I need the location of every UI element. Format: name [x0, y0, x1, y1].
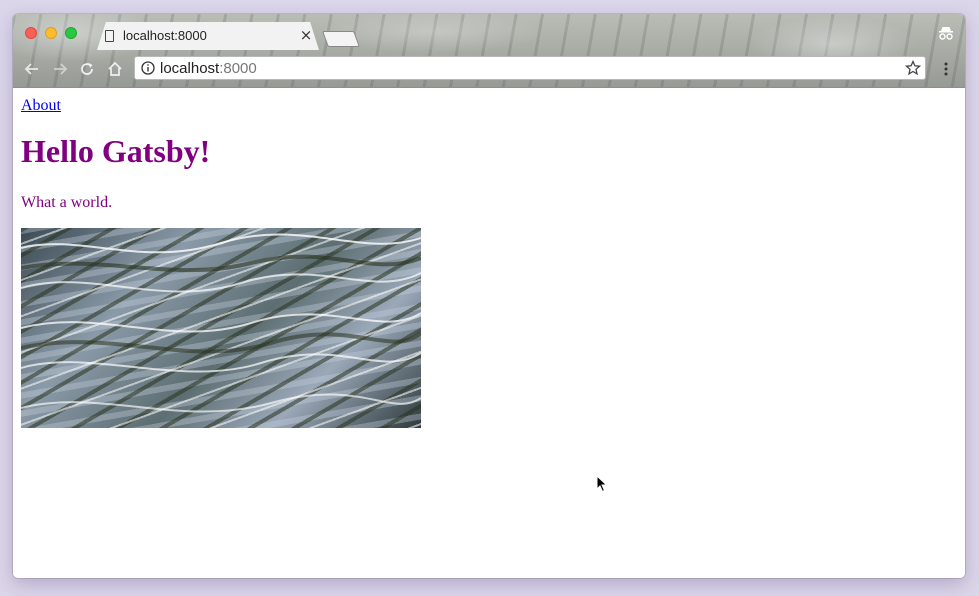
- page-title: Hello Gatsby!: [21, 133, 211, 169]
- arrow-right-icon: [54, 63, 68, 75]
- browser-window: localhost:8000 × localhost:8000 About He…: [13, 14, 965, 578]
- page-content: About Hello Gatsby! What a world.: [13, 88, 965, 578]
- tab-title: localhost:8000: [123, 28, 207, 43]
- forward-button[interactable]: [49, 58, 71, 80]
- maximize-window-button[interactable]: [65, 27, 77, 39]
- reload-button[interactable]: [76, 58, 98, 80]
- tab-close-button[interactable]: ×: [299, 27, 313, 43]
- water-texture: [21, 233, 421, 413]
- page-icon: [105, 30, 114, 42]
- tagline-text: What a world.: [21, 194, 113, 211]
- home-button[interactable]: [104, 58, 126, 80]
- water-ripples-image: [21, 228, 421, 428]
- close-window-button[interactable]: [25, 27, 37, 39]
- url-text[interactable]: localhost:8000: [160, 60, 257, 78]
- home-icon: [108, 61, 122, 76]
- arrow-left-icon: [24, 63, 38, 75]
- kebab-menu-icon[interactable]: [943, 61, 949, 77]
- address-bar[interactable]: localhost:8000: [134, 56, 926, 80]
- incognito-icon[interactable]: [937, 24, 955, 42]
- reload-icon: [81, 63, 93, 75]
- star-icon[interactable]: [905, 60, 921, 76]
- minimize-window-button[interactable]: [45, 27, 57, 39]
- info-icon[interactable]: [141, 61, 155, 75]
- back-button[interactable]: [21, 58, 43, 80]
- url-host: localhost: [160, 60, 220, 77]
- mouse-cursor-icon: [596, 475, 608, 493]
- about-link[interactable]: About: [21, 97, 61, 115]
- new-tab-button[interactable]: [322, 31, 360, 47]
- url-port: :8000: [219, 60, 257, 77]
